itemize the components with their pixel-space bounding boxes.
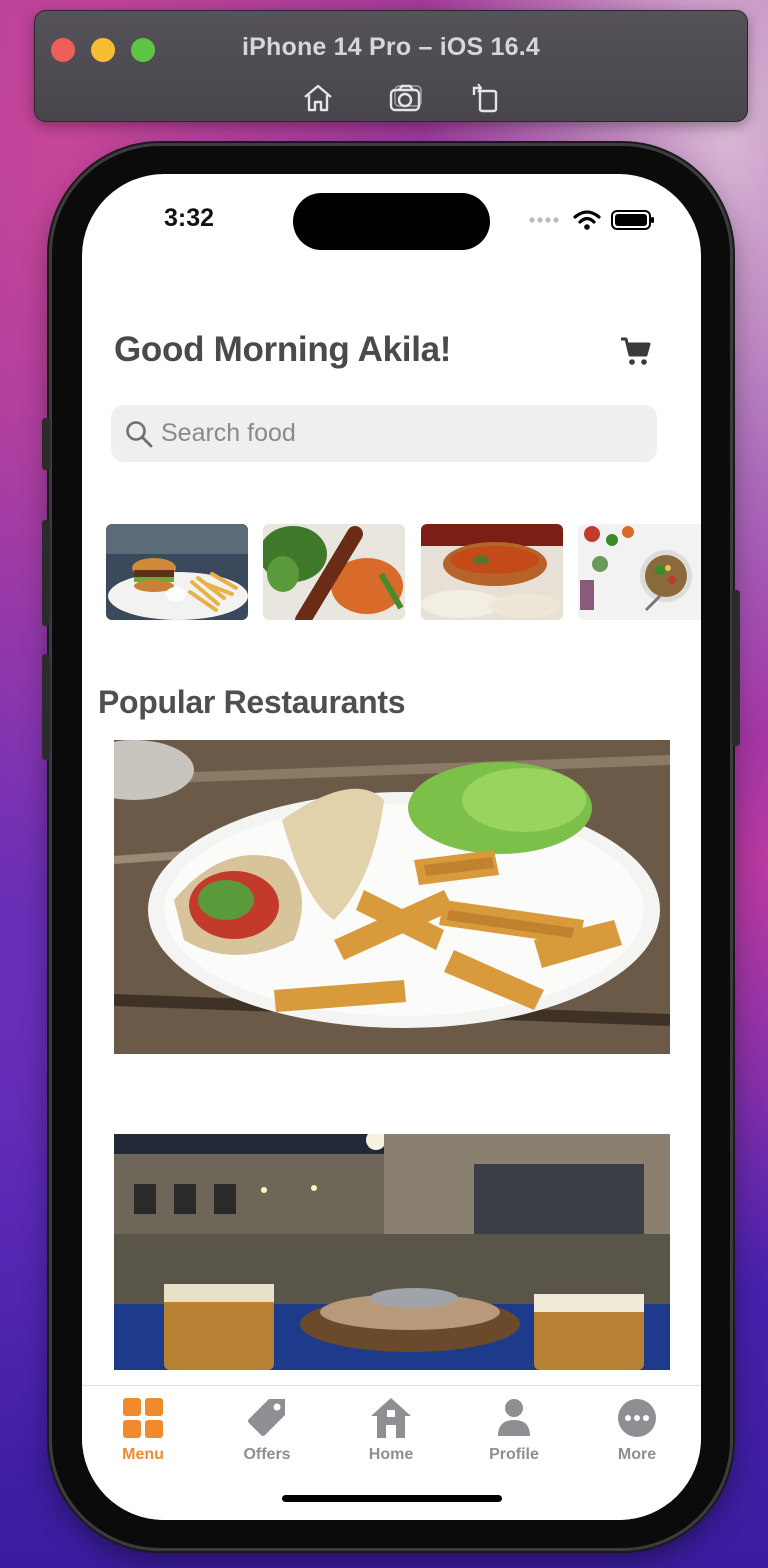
- tag-icon: [248, 1399, 285, 1436]
- category-kebab-image[interactable]: [263, 524, 405, 620]
- tab-label: More: [617, 1446, 657, 1463]
- more-icon: [618, 1399, 656, 1437]
- wifi-icon: [573, 210, 601, 230]
- tab-label: Profile: [489, 1446, 539, 1463]
- search-input[interactable]: [161, 419, 641, 448]
- battery-icon: [611, 210, 654, 230]
- tab-label: Home: [368, 1446, 414, 1463]
- status-time: 3:32: [164, 204, 215, 232]
- screenshot-icon[interactable]: [389, 81, 423, 115]
- tab-menu[interactable]: Menu: [98, 1396, 188, 1464]
- volume-down-button: [42, 654, 50, 760]
- search-icon: [126, 420, 153, 447]
- restaurant-card-image[interactable]: [114, 1134, 670, 1370]
- dynamic-island: [293, 193, 490, 250]
- person-icon: [498, 1399, 530, 1436]
- tab-profile[interactable]: Profile: [469, 1396, 559, 1464]
- tab-offers[interactable]: Offers: [222, 1396, 312, 1464]
- category-burger-image[interactable]: [106, 524, 248, 620]
- cart-icon[interactable]: [619, 334, 653, 368]
- app-screen: 3:32 Good Morning Akila! Search food Pop…: [82, 174, 701, 1520]
- tab-more[interactable]: More: [592, 1396, 682, 1464]
- restaurant-card-image[interactable]: [114, 740, 670, 1054]
- simulator-title: iPhone 14 Pro – iOS 16.4: [242, 33, 540, 61]
- greeting-title: Good Morning Akila!: [114, 330, 452, 369]
- category-curry-image[interactable]: [421, 524, 563, 620]
- volume-up-button: [42, 520, 50, 626]
- tab-label: Offers: [243, 1446, 291, 1463]
- action-button: [42, 418, 50, 470]
- tab-label: Menu: [122, 1446, 164, 1463]
- home-icon: [371, 1398, 411, 1438]
- category-salad-image[interactable]: [578, 524, 701, 620]
- simulator-title-bar: iPhone 14 Pro – iOS 16.4: [34, 10, 748, 122]
- signal-icon: [529, 217, 559, 223]
- popular-restaurants-title: Popular Restaurants: [98, 684, 406, 720]
- power-button: [732, 590, 740, 746]
- grid-icon: [123, 1398, 163, 1438]
- status-indicators: [529, 208, 655, 232]
- search-bar[interactable]: [111, 405, 657, 462]
- rotate-icon[interactable]: [469, 81, 503, 115]
- category-carousel[interactable]: [106, 524, 701, 620]
- home-indicator: [282, 1495, 502, 1502]
- iphone-frame: 3:32 Good Morning Akila! Search food Pop…: [42, 146, 740, 1548]
- home-icon[interactable]: [301, 81, 335, 115]
- tab-home[interactable]: Home: [346, 1396, 436, 1464]
